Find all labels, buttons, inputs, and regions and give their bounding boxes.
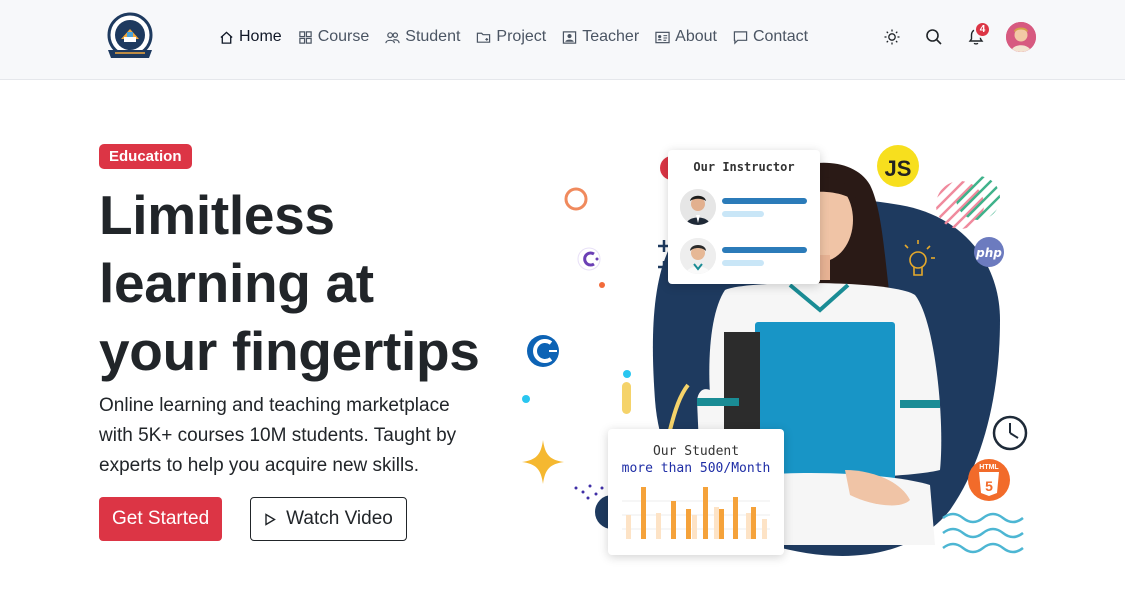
instructor-placeholder-lines (722, 197, 807, 217)
instructor-card: Our Instructor (668, 150, 820, 284)
nav-label-teacher: Teacher (582, 28, 640, 45)
logo[interactable] (103, 12, 157, 62)
id-card-icon (655, 31, 670, 43)
php-badge-text: php (975, 246, 1002, 260)
student-mini-bar-chart (622, 487, 770, 539)
orange-dot-shape (599, 282, 605, 288)
user-avatar-image (1006, 22, 1036, 52)
home-icon (220, 30, 233, 44)
clock-icon (992, 415, 1028, 451)
nav-label-home: Home (239, 28, 282, 45)
nav-item-course[interactable]: Course (298, 26, 370, 48)
html-badge-number: 5 (985, 478, 993, 494)
nav-item-about[interactable]: About (655, 26, 717, 48)
nav-label-course: Course (317, 28, 370, 45)
instructor-avatar (680, 189, 716, 225)
notification-count-badge: 4 (974, 21, 991, 38)
nav-item-contact[interactable]: Contact (733, 26, 808, 48)
javascript-icon: JS (877, 145, 919, 187)
chart-bar (656, 513, 661, 539)
main-nav: Home Course Student Project Teacher Abou… (219, 26, 808, 48)
chart-bar (733, 497, 738, 539)
notifications-button[interactable]: 4 (966, 21, 991, 47)
instructor-row (680, 238, 807, 274)
php-icon: php (974, 237, 1004, 267)
instructor-card-title: Our Instructor (693, 160, 795, 174)
html-badge-text: HTML (979, 464, 999, 471)
chart-bar (703, 487, 708, 539)
orange-ring-shape (564, 187, 588, 211)
nav-item-teacher[interactable]: Teacher (562, 26, 639, 48)
student-card: Our Student more than 500/Month (608, 429, 784, 555)
hero-title-line: learning at (99, 252, 374, 314)
chat-icon (733, 30, 748, 45)
folder-icon (477, 32, 491, 43)
chart-bar (719, 509, 724, 539)
cyan-dot-shape (522, 395, 530, 403)
nav-label-contact: Contact (752, 28, 809, 45)
sun-icon (884, 29, 900, 45)
yellow-pill-shape (622, 382, 631, 414)
chart-bar (641, 487, 646, 539)
chart-bar (692, 515, 697, 539)
cyan-dot-shape (623, 370, 631, 378)
hero-title: Limitless learning at your fingertips (99, 181, 499, 385)
student-card-title: Our Student (652, 444, 740, 459)
watch-video-button[interactable]: Watch Video (250, 497, 407, 541)
nav-label-about: About (675, 28, 717, 45)
chart-bar (762, 519, 767, 539)
person-badge-icon (563, 30, 577, 44)
play-icon (265, 512, 277, 526)
nav-item-project[interactable]: Project (476, 26, 546, 48)
school-crest-icon (107, 12, 153, 58)
watch-video-label: Watch Video (286, 508, 393, 529)
get-started-button[interactable]: Get Started (99, 497, 223, 541)
hero-title-line: your fingertips (99, 320, 480, 382)
hero-text: Education Limitless learning at your fin… (99, 144, 499, 541)
chart-bar (751, 507, 756, 539)
hero-buttons: Get Started Watch Video (99, 497, 499, 541)
chart-bar (626, 515, 631, 539)
chart-bar (671, 501, 676, 539)
user-avatar[interactable] (1006, 22, 1036, 52)
hero-title-line: Limitless (99, 184, 335, 246)
nav-item-student[interactable]: Student (385, 26, 460, 48)
instructor-avatar (680, 238, 716, 274)
header-tools: 4 (882, 21, 1036, 52)
chart-bar (746, 513, 751, 539)
instructor-row (680, 189, 807, 225)
cplusplus-large-icon (527, 335, 559, 367)
nav-item-home[interactable]: Home (219, 26, 282, 48)
search-button[interactable] (924, 27, 944, 47)
top-navbar: Home Course Student Project Teacher Abou… (0, 0, 1125, 80)
users-icon (385, 31, 400, 43)
theme-toggle-button[interactable] (882, 27, 902, 47)
student-card-subtitle: more than 500/Month (621, 461, 771, 476)
nav-label-student: Student (405, 28, 461, 45)
grid-icon (298, 30, 312, 44)
wave-lines-shape (942, 512, 1024, 554)
cplusplus-small-icon (577, 247, 601, 271)
instructor-placeholder-lines (722, 246, 807, 266)
yellow-star-shape (522, 440, 564, 484)
dot-trail-shape (574, 484, 604, 500)
chart-bar (686, 509, 691, 539)
search-icon (926, 29, 942, 45)
nav-label-project: Project (496, 28, 547, 45)
js-badge-text: JS (885, 156, 912, 181)
chart-bar (714, 507, 719, 539)
hero-description: Online learning and teaching marketplace… (99, 395, 457, 476)
education-tag: Education (99, 144, 192, 169)
html5-icon: HTML 5 (968, 459, 1010, 501)
